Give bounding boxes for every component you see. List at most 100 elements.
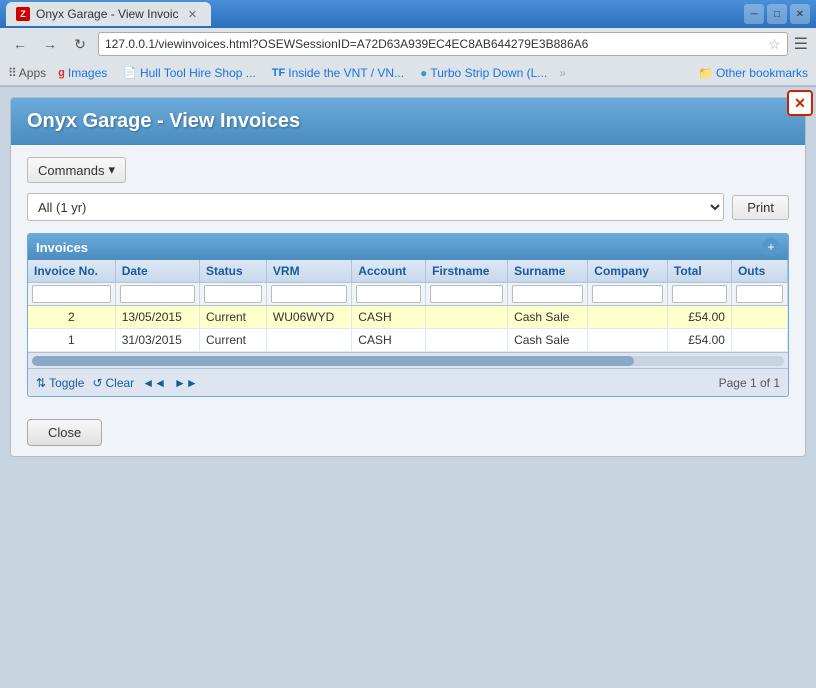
cell-account: CASH [352, 306, 426, 329]
bookmarks-bar: ⠿ Apps g Images 📄 Hull Tool Hire Shop ..… [0, 60, 816, 86]
cell-firstname [426, 329, 508, 352]
panel-close-button[interactable]: ✕ [787, 90, 813, 116]
apps-label: Apps [19, 66, 46, 80]
table-wrapper: Invoice No. Date Status VRM Account Firs… [28, 260, 788, 352]
apps-grid-icon: ⠿ [8, 66, 17, 80]
next-icon: ►► [174, 376, 198, 390]
col-firstname: Firstname [426, 260, 508, 283]
reload-button[interactable]: ↻ [68, 32, 92, 56]
commands-button[interactable]: Commands ▾ [27, 157, 126, 183]
print-label: Print [747, 200, 774, 215]
panel-close-icon: ✕ [794, 96, 806, 110]
restore-button[interactable]: □ [767, 4, 787, 24]
print-button[interactable]: Print [732, 195, 789, 220]
col-total: Total [667, 260, 731, 283]
filter-company[interactable] [592, 285, 663, 303]
forward-button[interactable]: → [38, 32, 62, 56]
other-bookmarks[interactable]: 📁 Other bookmarks [698, 66, 808, 80]
filter-firstname[interactable] [430, 285, 503, 303]
tab-close-button[interactable]: ✕ [185, 6, 201, 22]
col-outstanding: Outs [731, 260, 787, 283]
prev-button[interactable]: ◄◄ [142, 376, 166, 390]
minimize-button[interactable]: ─ [744, 4, 764, 24]
bookmark-images[interactable]: g Images [54, 64, 111, 82]
filter-date[interactable] [120, 285, 195, 303]
filter-surname[interactable] [512, 285, 583, 303]
filter-total[interactable] [672, 285, 727, 303]
browser-menu-icon[interactable]: ☰ [794, 34, 808, 54]
table-row[interactable]: 213/05/2015CurrentWU06WYDCASHCash Sale£5… [28, 306, 788, 329]
close-window-button[interactable]: ✕ [790, 4, 810, 24]
bookmarks-more[interactable]: » [559, 66, 566, 80]
table-header-row: Invoice No. Date Status VRM Account Firs… [28, 260, 788, 283]
cell-invoice_no: 1 [28, 329, 115, 352]
close-button[interactable]: Close [27, 419, 102, 446]
cell-date: 31/03/2015 [115, 329, 199, 352]
google-icon: g [58, 67, 65, 79]
filter-status[interactable] [204, 285, 262, 303]
cell-outstanding [731, 306, 787, 329]
bookmark-turbo-label: Turbo Strip Down (L... [430, 66, 547, 80]
cell-vrm: WU06WYD [266, 306, 351, 329]
cell-firstname [426, 306, 508, 329]
cell-outstanding [731, 329, 787, 352]
invoices-table: Invoice No. Date Status VRM Account Firs… [28, 260, 788, 352]
filter-select[interactable]: All (1 yr) [27, 193, 724, 221]
next-button[interactable]: ►► [174, 376, 198, 390]
toolbar-actions: ⇅ Toggle ↺ Clear ◄◄ ►► [36, 376, 198, 390]
cell-total: £54.00 [667, 306, 731, 329]
blue-dot-icon: ● [420, 66, 427, 80]
nav-bar: ← → ↻ 127.0.0.1/viewinvoices.html?OSEWSe… [0, 28, 816, 60]
bookmark-star-icon[interactable]: ☆ [768, 36, 781, 53]
scrollbar-thumb[interactable] [32, 356, 634, 366]
filter-account[interactable] [356, 285, 421, 303]
scrollbar-track[interactable] [32, 356, 784, 366]
bookmark-images-label: Images [68, 66, 107, 80]
clear-button[interactable]: ↺ Clear [92, 376, 134, 390]
bookmark-turbo[interactable]: ● Turbo Strip Down (L... [416, 64, 551, 82]
invoices-section-header: Invoices + [28, 234, 788, 260]
cell-total: £54.00 [667, 329, 731, 352]
commands-dropdown-icon: ▾ [108, 162, 115, 178]
clear-label: Clear [106, 376, 135, 390]
col-invoice-no: Invoice No. [28, 260, 115, 283]
tab-favicon: Z [16, 7, 30, 21]
table-filter-row [28, 283, 788, 306]
page-title: Onyx Garage - View Invoices [27, 110, 789, 133]
address-bar[interactable]: 127.0.0.1/viewinvoices.html?OSEWSessionI… [98, 32, 788, 56]
cell-surname: Cash Sale [508, 306, 588, 329]
bottom-toolbar: ⇅ Toggle ↺ Clear ◄◄ ►► [28, 368, 788, 396]
title-bar: Z Onyx Garage - View Invoic ✕ ─ □ ✕ [0, 0, 816, 28]
close-label: Close [48, 425, 81, 440]
bookmark-vnt[interactable]: TF Inside the VNT / VN... [268, 64, 408, 82]
doc-icon: 📄 [123, 66, 137, 79]
cell-company [588, 329, 668, 352]
filter-vrm[interactable] [271, 285, 347, 303]
browser-tab[interactable]: Z Onyx Garage - View Invoic ✕ [6, 2, 211, 26]
invoices-expand-button[interactable]: + [762, 238, 780, 256]
toggle-button[interactable]: ⇅ Toggle [36, 376, 84, 390]
horizontal-scrollbar[interactable] [28, 352, 788, 368]
cell-status: Current [199, 329, 266, 352]
cell-vrm [266, 329, 351, 352]
cell-account: CASH [352, 329, 426, 352]
toggle-icon: ⇅ [36, 376, 46, 390]
apps-button[interactable]: ⠿ Apps [8, 66, 46, 80]
col-date: Date [115, 260, 199, 283]
col-vrm: VRM [266, 260, 351, 283]
col-account: Account [352, 260, 426, 283]
filter-outstanding[interactable] [736, 285, 783, 303]
prev-icon: ◄◄ [142, 376, 166, 390]
table-row[interactable]: 131/03/2015Current CASH Cash Sale £54.00 [28, 329, 788, 352]
clear-icon: ↺ [92, 376, 102, 390]
bookmark-vnt-label: Inside the VNT / VN... [288, 66, 404, 80]
folder-icon: 📁 [698, 66, 713, 80]
filter-invoice-no[interactable] [32, 285, 111, 303]
toggle-label: Toggle [49, 376, 84, 390]
commands-label: Commands [38, 163, 104, 178]
invoices-section: Invoices + Invoice No. Date Status VRM A… [27, 233, 789, 397]
cell-surname: Cash Sale [508, 329, 588, 352]
col-surname: Surname [508, 260, 588, 283]
back-button[interactable]: ← [8, 32, 32, 56]
bookmark-hull-tool[interactable]: 📄 Hull Tool Hire Shop ... [119, 64, 260, 82]
